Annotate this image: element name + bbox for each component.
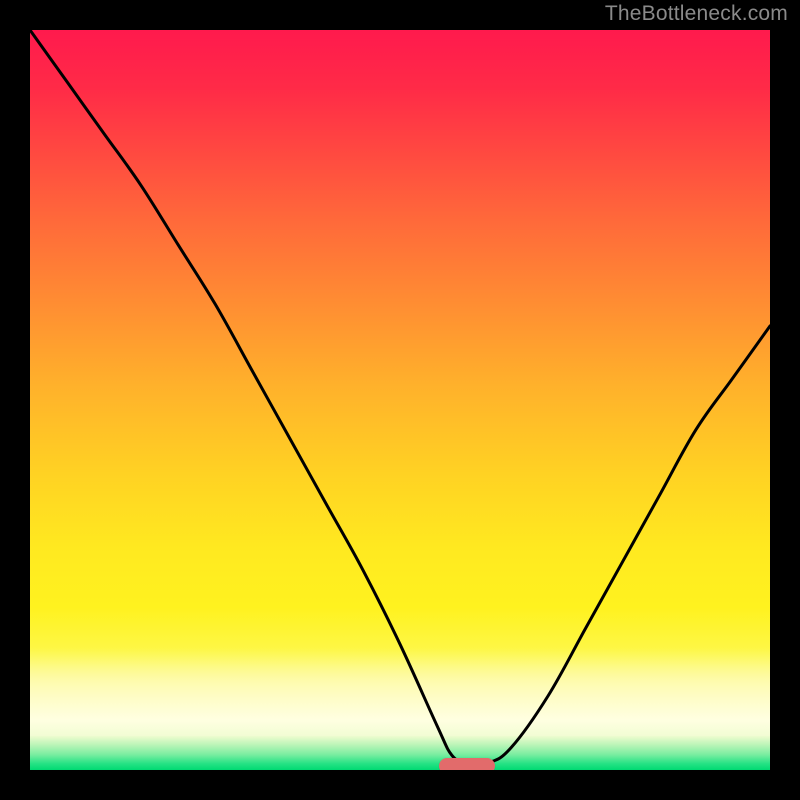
plot-area [30, 30, 770, 770]
watermark-text: TheBottleneck.com [605, 2, 788, 26]
bottleneck-curve [30, 30, 770, 764]
chart-frame: TheBottleneck.com [0, 0, 800, 800]
optimal-range-marker [439, 758, 495, 770]
curve-layer [30, 30, 770, 770]
